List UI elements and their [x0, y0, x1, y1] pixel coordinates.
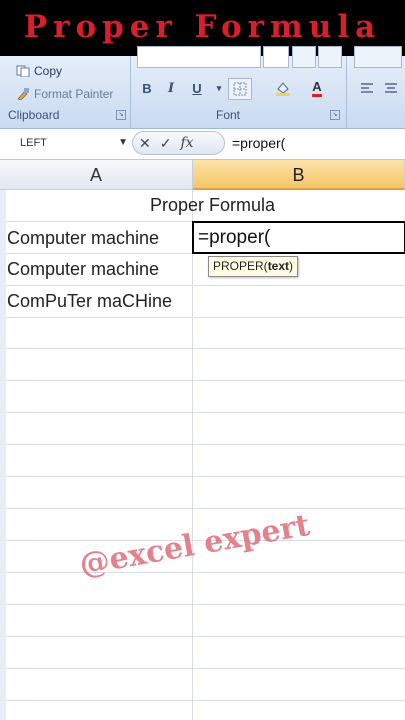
align-center-icon[interactable] — [380, 78, 402, 98]
format-painter-button[interactable]: Format Painter — [16, 87, 113, 101]
enter-button[interactable]: ✓ — [160, 135, 172, 152]
shrink-font-button[interactable] — [318, 46, 342, 68]
bold-button[interactable]: B — [136, 78, 158, 98]
ribbon-separator — [346, 56, 347, 128]
cell-edit-text[interactable]: =proper( — [198, 227, 270, 249]
banner-title: Proper Formula — [23, 9, 382, 45]
column-header-a[interactable]: A — [0, 160, 193, 190]
formula-buttons: ✕ ✓ fx — [132, 131, 225, 155]
chevron-down-icon[interactable]: ▼ — [118, 133, 128, 153]
copy-label: Copy — [34, 64, 63, 78]
underline-dropdown-icon[interactable]: ▾ — [208, 78, 230, 98]
italic-button[interactable]: I — [160, 78, 182, 98]
insert-function-button[interactable]: fx — [180, 135, 193, 151]
name-box[interactable]: LEFT ▼ — [6, 133, 130, 153]
font-size-dropdown[interactable] — [263, 46, 289, 68]
ribbon-separator — [130, 56, 131, 128]
copy-icon — [16, 65, 30, 78]
active-cell-b2[interactable]: =proper( — [192, 221, 405, 254]
function-tooltip[interactable]: PROPER(text) — [208, 256, 299, 277]
clipboard-group-label: Clipboard — [8, 108, 60, 122]
font-group-label: Font — [216, 108, 241, 122]
cell-b1[interactable]: Proper Formula — [150, 195, 275, 216]
font-color-icon[interactable]: A — [306, 78, 328, 98]
ribbon: Copy Format Painter Clipboard ↘ B I U ▾ … — [0, 46, 405, 129]
cancel-button[interactable]: ✕ — [139, 135, 151, 152]
clipboard-launcher-icon[interactable]: ↘ — [116, 110, 126, 120]
borders-icon[interactable] — [228, 78, 252, 100]
formula-bar: LEFT ▼ ✕ ✓ fx =proper( — [0, 129, 405, 160]
worksheet-grid[interactable]: Proper Formula Computer machine Computer… — [6, 190, 405, 720]
paintbrush-icon — [16, 88, 30, 101]
underline-button[interactable]: U — [186, 78, 208, 98]
formula-input[interactable]: =proper( — [232, 135, 285, 151]
column-header-b[interactable]: B — [193, 160, 405, 190]
align-left-icon[interactable] — [356, 78, 378, 98]
format-painter-label: Format Painter — [34, 87, 114, 101]
copy-button[interactable]: Copy — [16, 64, 62, 78]
font-launcher-icon[interactable]: ↘ — [330, 110, 340, 120]
cell-a4[interactable]: ComPuTer maCHine — [7, 291, 172, 312]
cell-a3[interactable]: Computer machine — [7, 259, 159, 280]
grow-font-button[interactable] — [292, 46, 316, 68]
fill-color-icon[interactable] — [272, 78, 294, 98]
font-name-dropdown[interactable] — [137, 46, 261, 68]
alignment-top-buttons[interactable] — [354, 46, 402, 68]
cell-a2[interactable]: Computer machine — [7, 228, 159, 249]
